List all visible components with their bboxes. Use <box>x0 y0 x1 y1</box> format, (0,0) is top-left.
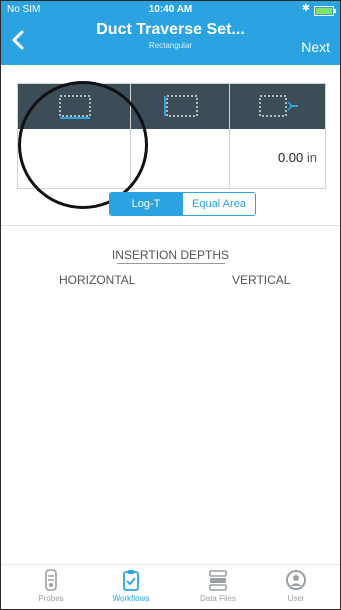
clipboard-icon <box>123 570 139 591</box>
tab-bar: Probes Workflows Data Files User <box>1 564 340 609</box>
tab-workflows[interactable]: Workflows <box>101 569 161 603</box>
depth-value-number: 0.00 <box>277 150 304 165</box>
page-subtitle: Rectangular <box>148 41 193 50</box>
method-toggle: Log-T Equal Area <box>109 192 256 216</box>
bluetooth-icon: ✱ <box>301 3 310 14</box>
page-title: Duct Traverse Set... <box>96 21 245 38</box>
insertion-depths-title: INSERTION DEPTHS <box>111 248 230 262</box>
tab-user-label: User <box>287 594 305 603</box>
height-dimension-icon <box>164 95 198 117</box>
depth-value[interactable]: 0.00 in <box>278 150 317 165</box>
back-button[interactable] <box>9 28 29 52</box>
depth-dimension-icon <box>259 95 298 117</box>
user-icon <box>286 570 306 590</box>
method-option-log-t[interactable]: Log-T <box>110 193 182 215</box>
highlight-annotation-circle <box>18 81 148 209</box>
app-frame: No SIM 10:40 AM ✱ Duct Traverse Set... R… <box>0 0 341 610</box>
tab-probes[interactable]: Probes <box>21 569 81 603</box>
tab-workflows-label: Workflows <box>112 594 150 603</box>
nav-header: No SIM 10:40 AM ✱ Duct Traverse Set... R… <box>1 1 340 65</box>
data-files-icon <box>209 570 227 591</box>
section-divider <box>1 225 340 226</box>
battery-icon <box>314 6 336 16</box>
status-bar: No SIM 10:40 AM ✱ <box>1 1 340 19</box>
horizontal-column-label: HORIZONTAL <box>59 273 136 287</box>
tab-user[interactable]: User <box>266 569 326 603</box>
vertical-column-label: VERTICAL <box>232 273 291 287</box>
depth-value-unit: in <box>306 150 317 165</box>
tab-probes-label: Probes <box>38 594 64 603</box>
depth-column[interactable]: 0.00 in <box>230 84 325 188</box>
tab-data-files-label: Data Files <box>199 594 236 603</box>
chevron-left-icon <box>12 30 24 50</box>
insertion-title-underline <box>117 263 225 264</box>
tab-data-files[interactable]: Data Files <box>188 569 248 603</box>
next-button[interactable]: Next <box>301 39 330 55</box>
clock: 10:40 AM <box>148 4 193 15</box>
method-option-equal-area[interactable]: Equal Area <box>182 193 255 215</box>
probe-icon <box>45 569 57 591</box>
